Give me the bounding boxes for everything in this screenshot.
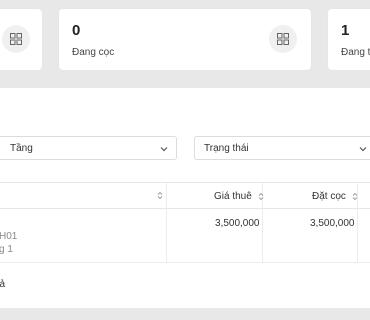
sort-icon [258, 192, 263, 200]
stat-value: 0 [72, 22, 81, 39]
table-header-border [0, 208, 370, 209]
status-select-value: Trạng thái [204, 143, 249, 154]
rent-value: 3,500,000 [215, 218, 260, 229]
table-top-border [0, 182, 370, 183]
sort-icon[interactable] [157, 191, 163, 200]
column-header-label: Giá thuê [214, 191, 252, 202]
table-footer-text: uả [0, 279, 6, 290]
deposit-value: 3,500,000 [310, 218, 355, 229]
floor-select[interactable]: Tầng [0, 136, 177, 160]
chevron-down-icon [160, 147, 168, 152]
status-select[interactable]: Trạng thái [194, 136, 370, 160]
floor-select-value: Tầng [10, 143, 33, 154]
column-header-deposit[interactable]: Đặt cọc [312, 191, 358, 202]
stat-label: Đang thuê [341, 47, 370, 58]
table-bottom-border [0, 262, 370, 263]
sort-icon [352, 192, 358, 200]
room-name: H01 [0, 231, 18, 242]
column-divider [166, 183, 167, 262]
stat-label: Đang cọc [72, 47, 115, 58]
stat-card-deposit: 0 Đang cọc [59, 9, 311, 70]
column-header-label: Đặt cọc [312, 191, 346, 202]
column-header-rent[interactable]: Giá thuê [214, 191, 264, 202]
stat-card-renting: 1 Đang thuê [328, 9, 370, 70]
chevron-down-icon [359, 147, 367, 152]
stat-card-1 [0, 9, 42, 70]
grid-icon [2, 25, 30, 53]
room-floor: g 1 [0, 244, 13, 255]
grid-icon [269, 25, 297, 53]
page: 0 Đang cọc 1 Đang thuê Tầng Trạng thái [0, 0, 370, 320]
stat-value: 1 [341, 22, 350, 39]
